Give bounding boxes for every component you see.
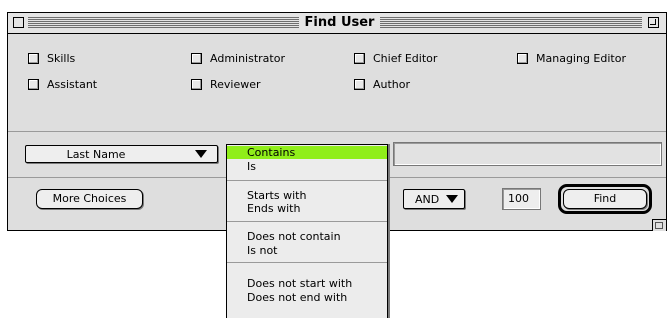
checkbox-label: Author — [373, 77, 411, 91]
checkbox-label: Assistant — [47, 77, 98, 91]
checkbox-box[interactable] — [28, 78, 39, 90]
operator-menu: Contains Is Starts with Ends with Does n… — [226, 144, 388, 318]
checkbox-chief-editor[interactable]: Chief Editor — [354, 51, 437, 65]
checkbox-box[interactable] — [354, 52, 365, 64]
menu-item-is[interactable]: Is — [227, 160, 387, 173]
logic-popup[interactable]: AND — [403, 189, 465, 209]
checkbox-label: Skills — [47, 51, 76, 65]
field-popup[interactable]: Last Name — [25, 145, 218, 163]
find-button[interactable]: Find — [563, 189, 647, 209]
menu-item-contains[interactable]: Contains — [227, 146, 387, 159]
checkbox-label: Chief Editor — [373, 51, 438, 65]
logic-popup-label: AND — [415, 193, 440, 206]
close-box[interactable] — [13, 17, 24, 28]
menu-item-does-not-end-with[interactable]: Does not end with — [227, 291, 387, 304]
checkbox-label: Reviewer — [210, 77, 261, 91]
menu-separator — [227, 180, 387, 181]
checkbox-author[interactable]: Author — [354, 77, 410, 91]
menu-item-does-not-contain[interactable]: Does not contain — [227, 230, 387, 243]
checkbox-box[interactable] — [28, 52, 39, 64]
checkbox-label: Administrator — [210, 51, 285, 65]
checkbox-administrator[interactable]: Administrator — [191, 51, 285, 65]
chevron-down-icon — [446, 195, 458, 203]
resize-handle[interactable] — [652, 219, 666, 231]
window-title: Find User — [304, 15, 375, 30]
checkbox-reviewer[interactable]: Reviewer — [191, 77, 261, 91]
limit-field[interactable]: 100 — [502, 188, 541, 210]
menu-item-does-not-start-with[interactable]: Does not start with — [227, 277, 387, 290]
more-choices-button[interactable]: More Choices — [36, 189, 143, 209]
menu-separator — [227, 262, 387, 263]
checkbox-assistant[interactable]: Assistant — [28, 77, 97, 91]
title-bar-stripes — [28, 17, 299, 28]
title-bar-stripes — [380, 17, 642, 28]
checkbox-box[interactable] — [191, 78, 202, 90]
title-bar[interactable]: Find User — [8, 13, 666, 34]
checkbox-box[interactable] — [517, 52, 528, 64]
checkbox-label: Managing Editor — [536, 51, 626, 65]
menu-item-starts-with[interactable]: Starts with — [227, 189, 387, 202]
checkbox-managing-editor[interactable]: Managing Editor — [517, 51, 626, 65]
checkbox-box[interactable] — [191, 52, 202, 64]
divider — [8, 131, 666, 132]
checkbox-skills[interactable]: Skills — [28, 51, 75, 65]
menu-separator — [227, 221, 387, 222]
search-value-field[interactable] — [393, 142, 662, 166]
menu-item-ends-with[interactable]: Ends with — [227, 202, 387, 215]
field-popup-label: Last Name — [66, 148, 126, 161]
chevron-down-icon — [195, 150, 207, 158]
zoom-box[interactable] — [648, 17, 659, 28]
menu-item-is-not[interactable]: Is not — [227, 244, 387, 257]
checkbox-box[interactable] — [354, 78, 365, 90]
